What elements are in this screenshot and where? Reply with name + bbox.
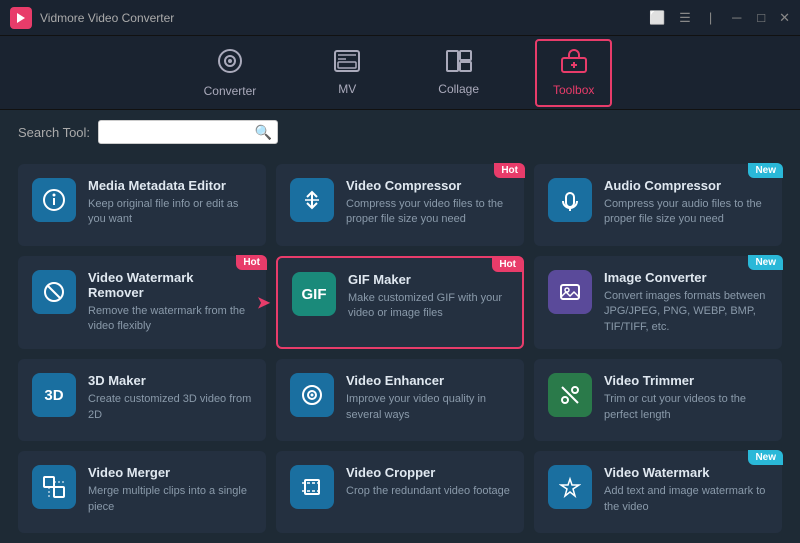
tool-icon-audio-compressor <box>548 178 592 222</box>
search-wrapper: 🔍 <box>98 120 278 144</box>
tool-title-gif-maker: GIF Maker <box>348 272 508 287</box>
tool-icon-video-enhancer <box>290 373 334 417</box>
tool-desc-video-watermark: Add text and image watermark to the vide… <box>604 484 768 515</box>
collage-label: Collage <box>438 82 479 96</box>
title-bar: Vidmore Video Converter ⬜ ☰ | － □ ✕ <box>0 0 800 36</box>
app-logo <box>10 7 32 29</box>
tool-text-video-trimmer: Video Trimmer Trim or cut your videos to … <box>604 373 768 423</box>
nav-bar: Converter MV Collage <box>0 36 800 110</box>
tool-desc-video-compressor: Compress your video files to the proper … <box>346 197 510 228</box>
tool-desc-image-converter: Convert images formats between JPG/JPEG,… <box>604 289 768 335</box>
badge-video-watermark: New <box>748 450 783 465</box>
tool-title-media-metadata: Media Metadata Editor <box>88 178 252 193</box>
tool-icon-gif-maker: GIF <box>292 272 336 316</box>
tool-text-media-metadata: Media Metadata Editor Keep original file … <box>88 178 252 228</box>
tool-card-video-trimmer[interactable]: Video Trimmer Trim or cut your videos to … <box>534 359 782 441</box>
search-input[interactable] <box>98 120 278 144</box>
tool-card-gif-maker[interactable]: Hot➤GIFGIF MakerMake customized GIF with… <box>276 256 524 349</box>
tool-title-video-watermark: Video Watermark <box>604 465 768 480</box>
nav-toolbox[interactable]: Toolbox <box>535 39 612 107</box>
tool-desc-video-trimmer: Trim or cut your videos to the perfect l… <box>604 392 768 423</box>
tool-title-video-trimmer: Video Trimmer <box>604 373 768 388</box>
arrow-pointer: ➤ <box>256 292 271 313</box>
tool-icon-video-cropper <box>290 465 334 509</box>
tool-card-video-compressor[interactable]: HotVideo Compressor Compress your video f… <box>276 164 524 246</box>
tool-card-audio-compressor[interactable]: NewAudio Compressor Compress your audio f… <box>534 164 782 246</box>
minimize-button[interactable]: － <box>730 8 743 27</box>
collage-icon <box>446 50 472 78</box>
tool-card-video-enhancer[interactable]: Video Enhancer Improve your video quality… <box>276 359 524 441</box>
tool-card-image-converter[interactable]: NewImage Converter Convert images formats… <box>534 256 782 349</box>
tool-desc-audio-compressor: Compress your audio files to the proper … <box>604 197 768 228</box>
tool-title-audio-compressor: Audio Compressor <box>604 178 768 193</box>
tool-title-image-converter: Image Converter <box>604 270 768 285</box>
badge-video-compressor: Hot <box>494 163 525 178</box>
toolbox-icon <box>561 49 587 79</box>
tool-text-video-watermark: Video Watermark Add text and image waterm… <box>604 465 768 515</box>
converter-label: Converter <box>204 84 257 98</box>
tool-text-video-enhancer: Video Enhancer Improve your video quality… <box>346 373 510 423</box>
tool-card-video-merger[interactable]: Video Merger Merge multiple clips into a … <box>18 451 266 533</box>
search-bar: Search Tool: 🔍 <box>0 110 800 154</box>
tool-desc-video-watermark-remover: Remove the watermark from the video flex… <box>88 304 252 335</box>
badge-image-converter: New <box>748 255 783 270</box>
tool-text-image-converter: Image Converter Convert images formats be… <box>604 270 768 335</box>
maximize-button[interactable]: □ <box>757 10 765 25</box>
tool-card-video-watermark[interactable]: NewVideo Watermark Add text and image wat… <box>534 451 782 533</box>
tool-icon-video-watermark <box>548 465 592 509</box>
tool-desc-3d-maker: Create customized 3D video from 2D <box>88 392 252 423</box>
subtitle-icon[interactable]: ⬜ <box>649 10 665 26</box>
mv-label: MV <box>338 82 356 96</box>
tool-card-media-metadata[interactable]: Media Metadata Editor Keep original file … <box>18 164 266 246</box>
tool-title-video-watermark-remover: Video Watermark Remover <box>88 270 252 300</box>
tool-text-video-compressor: Video Compressor Compress your video file… <box>346 178 510 228</box>
tool-text-gif-maker: GIF Maker Make customized GIF with your v… <box>348 272 508 322</box>
nav-mv[interactable]: MV <box>312 42 382 104</box>
badge-audio-compressor: New <box>748 163 783 178</box>
tool-icon-image-converter <box>548 270 592 314</box>
mv-icon <box>334 50 360 78</box>
tool-icon-video-compressor <box>290 178 334 222</box>
tool-card-3d-maker[interactable]: 3D 3D Maker Create customized 3D video fro… <box>18 359 266 441</box>
close-button[interactable]: ✕ <box>779 10 790 26</box>
tools-grid: Media Metadata Editor Keep original file … <box>0 154 800 543</box>
tool-icon-3d-maker: 3D <box>32 373 76 417</box>
tool-text-3d-maker: 3D Maker Create customized 3D video from … <box>88 373 252 423</box>
tool-card-video-watermark-remover[interactable]: HotVideo Watermark Remover Remove the wat… <box>18 256 266 349</box>
tool-text-audio-compressor: Audio Compressor Compress your audio file… <box>604 178 768 228</box>
tool-title-video-merger: Video Merger <box>88 465 252 480</box>
tool-icon-video-merger <box>32 465 76 509</box>
tool-title-video-enhancer: Video Enhancer <box>346 373 510 388</box>
tool-text-video-watermark-remover: Video Watermark Remover Remove the waterm… <box>88 270 252 335</box>
window-controls: ⬜ ☰ | － □ ✕ <box>649 8 790 27</box>
tool-desc-media-metadata: Keep original file info or edit as you w… <box>88 197 252 228</box>
tool-desc-video-merger: Merge multiple clips into a single piece <box>88 484 252 515</box>
tool-icon-media-metadata <box>32 178 76 222</box>
tool-icon-video-watermark-remover <box>32 270 76 314</box>
tool-title-3d-maker: 3D Maker <box>88 373 252 388</box>
nav-collage[interactable]: Collage <box>422 42 495 104</box>
nav-converter[interactable]: Converter <box>188 40 273 106</box>
converter-icon <box>217 48 243 80</box>
tool-title-video-cropper: Video Cropper <box>346 465 510 480</box>
tool-text-video-merger: Video Merger Merge multiple clips into a … <box>88 465 252 515</box>
app-title: Vidmore Video Converter <box>40 11 649 25</box>
tool-title-video-compressor: Video Compressor <box>346 178 510 193</box>
badge-gif-maker: Hot <box>492 257 523 272</box>
tool-desc-gif-maker: Make customized GIF with your video or i… <box>348 291 508 322</box>
menu-icon[interactable]: ☰ <box>679 10 691 26</box>
tool-desc-video-enhancer: Improve your video quality in several wa… <box>346 392 510 423</box>
tool-desc-video-cropper: Crop the redundant video footage <box>346 484 510 499</box>
search-icon[interactable]: 🔍 <box>255 124 272 141</box>
toolbox-label: Toolbox <box>553 83 594 97</box>
search-label: Search Tool: <box>18 125 90 140</box>
tool-icon-video-trimmer <box>548 373 592 417</box>
tool-card-video-cropper[interactable]: Video Cropper Crop the redundant video fo… <box>276 451 524 533</box>
badge-video-watermark-remover: Hot <box>236 255 267 270</box>
tool-text-video-cropper: Video Cropper Crop the redundant video fo… <box>346 465 510 499</box>
